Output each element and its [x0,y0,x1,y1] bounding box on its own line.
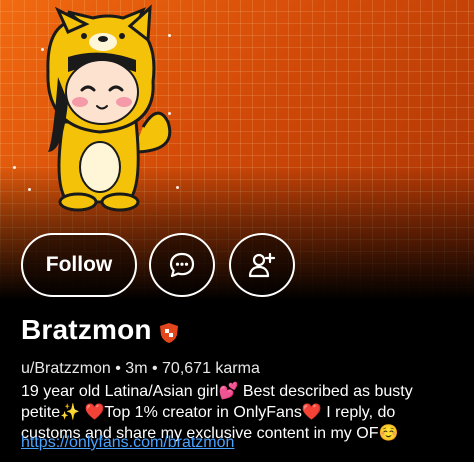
shield-badge-icon [160,323,178,343]
bio-line: 19 year old Latina/Asian girl💕 Best desc… [21,383,413,400]
add-user-button[interactable] [229,233,295,297]
profile-meta: u/Bratzzmon • 3m • 70,671 karma [21,360,260,377]
add-user-icon [248,252,276,278]
profile-display-name: Bratzmon [21,314,152,345]
avatar [46,4,172,212]
profile-link[interactable]: https://onlyfans.com/bratzmon [21,434,234,452]
chat-button[interactable] [149,233,215,297]
bio-line: petite✨ ❤️Top 1% creator in OnlyFans❤️ I… [21,404,396,421]
follow-button[interactable]: Follow [21,233,137,297]
chat-bubble-icon [169,252,195,278]
